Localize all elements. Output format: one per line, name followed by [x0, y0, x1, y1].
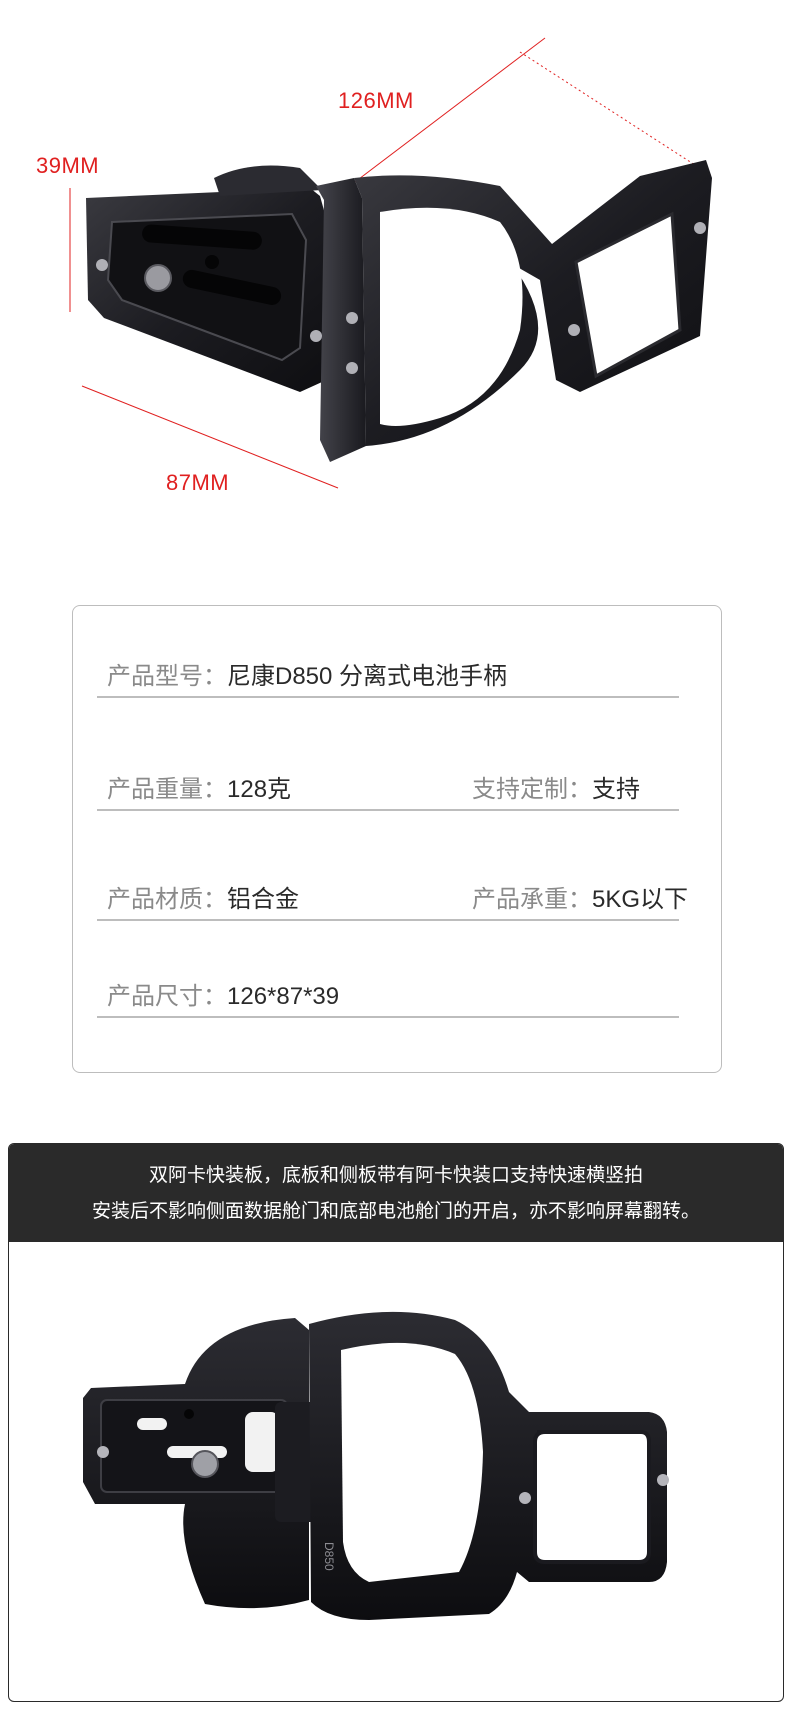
bracket-photo-front: D850	[83, 1311, 669, 1620]
length-dimension-label: 126MM	[338, 88, 414, 113]
bracket-photo-angled	[69, 37, 713, 489]
height-dimension-label: 39MM	[36, 153, 100, 178]
width-dimension-label: 87MM	[166, 470, 230, 495]
feature-panel: 双阿卡快装板，底板和侧板带有阿卡快装口支持快速横竖拍 安装后不影响侧面数据舱门和…	[8, 1143, 784, 1702]
spec-label-model: 产品型号：	[107, 663, 227, 690]
spec-label-custom: 支持定制：	[472, 776, 592, 803]
feature-banner: 双阿卡快装板，底板和侧板带有阿卡快装口支持快速横竖拍 安装后不影响侧面数据舱门和…	[9, 1144, 783, 1242]
spec-value-material: 铝合金	[227, 886, 299, 913]
spec-row-weight: 产品重量：128克 支持定制：支持	[97, 769, 679, 811]
banner-line-2: 安装后不影响侧面数据舱门和底部电池舱门的开启，亦不影响屏幕翻转。	[91, 1201, 700, 1222]
spec-value-size: 126*87*39	[227, 983, 340, 1010]
spec-value-custom: 支持	[592, 776, 640, 803]
spec-row-size: 产品尺寸：126*87*39	[97, 976, 679, 1018]
spec-row-material: 产品材质：铝合金 产品承重：5KG以下	[97, 879, 688, 921]
spec-row-model: 产品型号：尼康D850 分离式电池手柄	[97, 656, 679, 698]
spec-label-weight: 产品重量：	[107, 776, 227, 803]
spec-label-size: 产品尺寸：	[107, 983, 227, 1010]
spec-card: 产品型号：尼康D850 分离式电池手柄 产品重量：128克 支持定制：支持 产品…	[72, 605, 722, 1073]
d850-engraving: D850	[322, 1542, 336, 1571]
spec-label-load: 产品承重：	[472, 886, 592, 913]
spec-value-model: 尼康D850 分离式电池手柄	[227, 663, 508, 690]
spec-label-material: 产品材质：	[107, 886, 227, 913]
spec-value-weight: 128克	[227, 776, 292, 803]
spec-value-load: 5KG以下	[592, 886, 689, 913]
product-dimension-image: 126MM 39MM 87MM	[0, 0, 790, 560]
banner-line-1: 双阿卡快装板，底板和侧板带有阿卡快装口支持快速横竖拍	[148, 1165, 643, 1186]
